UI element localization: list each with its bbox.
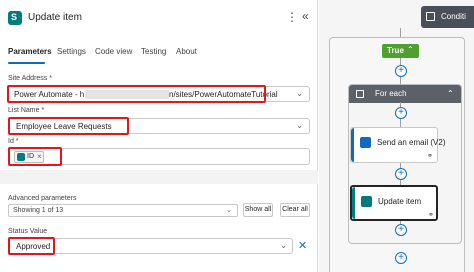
flow-canvas: Conditi True ⌃ + For each ⌃ + Send an em… [319, 0, 474, 272]
chevron-down-icon[interactable]: ⌄ [296, 89, 303, 98]
true-branch-label[interactable]: True ⌃ [382, 44, 419, 58]
chevron-up-icon[interactable]: ⌃ [407, 45, 414, 54]
tab-bar: Parameters Settings Code view Testing Ab… [0, 44, 318, 62]
advanced-parameters-select[interactable]: Showing 1 of 13 ⌄ [8, 204, 238, 217]
status-value-label: Status Value [8, 228, 48, 235]
tab-testing[interactable]: Testing [141, 47, 166, 56]
action-accent-bar [351, 128, 354, 162]
outlook-icon [360, 137, 371, 148]
chevron-down-icon[interactable]: ⌄ [280, 241, 287, 250]
clear-all-button[interactable]: Clear all [280, 203, 310, 217]
add-step-icon[interactable]: + [395, 65, 407, 77]
link-icon: ⚭ [428, 212, 434, 219]
highlight-box-site-address [7, 85, 266, 103]
for-each-label: For each [375, 89, 407, 98]
loop-icon [356, 90, 364, 98]
chevron-up-icon[interactable]: ⌃ [447, 89, 454, 98]
chevron-down-icon[interactable]: ⌄ [296, 121, 303, 130]
panel-title[interactable]: Update item [28, 12, 82, 23]
add-step-icon[interactable]: + [395, 252, 407, 264]
add-step-icon[interactable]: + [395, 224, 407, 236]
show-all-button[interactable]: Show all [243, 203, 273, 217]
link-icon: ⚭ [427, 153, 433, 160]
site-address-label: Site Address * [8, 75, 52, 82]
highlight-box-id [8, 147, 62, 166]
tab-parameters[interactable]: Parameters [8, 47, 52, 56]
list-name-label: List Name * [8, 107, 45, 114]
tab-settings[interactable]: Settings [57, 47, 86, 56]
chevron-down-icon[interactable]: ⌄ [226, 206, 232, 214]
action-label: Update item [378, 197, 422, 206]
condition-label: Conditi [441, 12, 466, 21]
for-each-header[interactable]: For each ⌃ [349, 85, 461, 103]
highlight-box-status-value [8, 237, 55, 255]
action-card-send-email[interactable]: Send an email (V2) ⚭ [350, 127, 445, 163]
condition-icon [426, 12, 435, 21]
add-step-icon[interactable]: + [395, 168, 407, 180]
tab-code-view[interactable]: Code view [95, 47, 132, 56]
section-divider [0, 170, 318, 184]
clear-value-icon[interactable]: ✕ [298, 240, 307, 252]
action-card-update-item[interactable]: Update item ⚭ [350, 185, 438, 221]
action-details-panel: Update item ⋮ « Parameters Settings Code… [0, 0, 318, 272]
sharepoint-icon [8, 11, 22, 25]
add-step-icon[interactable]: + [395, 107, 407, 119]
advanced-parameters-label: Advanced parameters [8, 195, 77, 202]
advanced-parameters-value: Showing 1 of 13 [13, 207, 64, 214]
sharepoint-icon [361, 196, 372, 207]
active-tab-indicator [8, 62, 45, 64]
tab-about[interactable]: About [176, 47, 197, 56]
collapse-panel-icon[interactable]: « [302, 9, 309, 23]
more-options-icon[interactable]: ⋮ [286, 10, 298, 24]
id-label: Id * [8, 138, 19, 145]
action-accent-bar [352, 187, 355, 219]
action-label: Send an email (V2) [377, 138, 446, 147]
panel-header: Update item ⋮ « [0, 0, 318, 36]
true-label-text: True [387, 46, 404, 55]
condition-card[interactable]: Conditi [421, 6, 474, 28]
highlight-box-list-name [8, 117, 129, 135]
app-root: Update item ⋮ « Parameters Settings Code… [0, 0, 474, 272]
